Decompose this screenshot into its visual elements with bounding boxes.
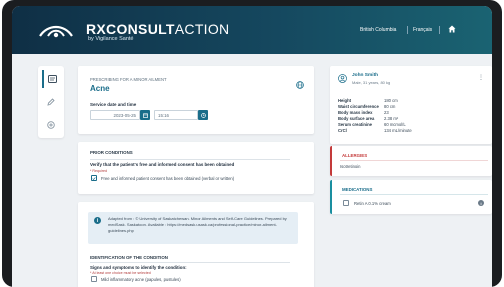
consent-checkbox[interactable] xyxy=(91,175,97,181)
calendar-icon xyxy=(142,112,148,118)
add-button[interactable] xyxy=(42,116,60,134)
identification-card: i Adapted from : © University of Saskatc… xyxy=(78,202,314,287)
info-icon: i xyxy=(94,217,101,224)
patient-card: John Smith Male, 31 years, 80 kg ⋮ Heigh… xyxy=(330,66,492,144)
pencil-icon xyxy=(47,98,55,106)
date-picker-button[interactable] xyxy=(140,110,150,120)
prescribing-card: PRESCRIBING FOR A MINOR AILMENT Acne Ser… xyxy=(78,66,314,134)
patient-meta: Male, 31 years, 80 kg xyxy=(352,80,391,85)
time-field[interactable]: 15:16 xyxy=(154,110,198,120)
home-icon[interactable] xyxy=(448,25,456,33)
header-divider xyxy=(439,26,440,34)
region-link[interactable]: British Columbia xyxy=(360,27,396,33)
device-frame: RXCONSULTACTION by Vigilance Santé Briti… xyxy=(2,0,502,287)
stat-row: CrCl 134 mL/minute xyxy=(338,128,412,133)
medications-card: MEDICATIONS Retin A 0.1% cream i xyxy=(330,180,492,214)
clock-icon xyxy=(200,112,206,118)
medication-item: Retin A 0.1% cream xyxy=(354,201,391,206)
app-screen: RXCONSULTACTION by Vigilance Santé Briti… xyxy=(12,6,492,287)
required-note: * Required xyxy=(90,169,107,173)
brand-name: RXCONSULTACTION xyxy=(86,21,230,37)
add-circle-icon xyxy=(47,121,55,129)
allergies-card: ALLERGIES Isotretinoin xyxy=(330,146,492,176)
app-header: RXCONSULTACTION by Vigilance Santé Briti… xyxy=(12,6,492,54)
prior-conditions-card: PRIOR CONDITIONS Verify that the patient… xyxy=(78,142,314,194)
consent-option-label: Free and informed patient consent has be… xyxy=(101,176,235,181)
brand-tagline: by Vigilance Santé xyxy=(88,36,134,42)
allergies-title: ALLERGIES xyxy=(342,153,368,158)
logo-icon xyxy=(39,25,73,38)
service-date-label: Service date and time xyxy=(90,102,137,107)
medication-checkbox[interactable] xyxy=(343,200,349,206)
info-icon[interactable]: i xyxy=(478,200,484,206)
source-info-text: Adapted from : © University of Saskatche… xyxy=(108,216,287,233)
symptom-checkbox[interactable] xyxy=(91,276,97,282)
section-divider xyxy=(340,160,488,161)
more-options-icon[interactable]: ⋮ xyxy=(478,74,484,81)
header-divider xyxy=(407,26,408,34)
allergy-item: Isotretinoin xyxy=(340,164,361,169)
globe-icon[interactable] xyxy=(296,81,304,89)
identification-title: IDENTIFICATION OF THE CONDITION xyxy=(90,255,168,260)
patient-name: John Smith xyxy=(352,73,379,78)
symptom-option-label: Mild inflammatory acne (papules, pustule… xyxy=(101,277,181,282)
side-toolbar xyxy=(38,66,64,138)
check-icon xyxy=(92,176,96,180)
language-link[interactable]: Français xyxy=(413,27,432,33)
form-view-button[interactable] xyxy=(42,70,60,88)
section-divider xyxy=(90,262,290,263)
consent-question: Verify that the patient's free and infor… xyxy=(90,162,235,167)
prescribing-label: PRESCRIBING FOR A MINOR AILMENT xyxy=(90,77,167,82)
edit-button[interactable] xyxy=(42,93,60,111)
condition-title: Acne xyxy=(90,84,110,93)
symptoms-question: Signs and symptoms to identify the condi… xyxy=(90,265,187,270)
form-icon xyxy=(47,75,57,83)
date-field[interactable]: 2023-05-25 xyxy=(90,110,140,120)
user-icon xyxy=(338,74,347,83)
source-info-box: i Adapted from : © University of Saskatc… xyxy=(88,212,298,244)
time-picker-button[interactable] xyxy=(198,110,208,120)
prior-conditions-title: PRIOR CONDITIONS xyxy=(90,150,133,155)
medications-title: MEDICATIONS xyxy=(342,187,373,192)
required-note: * At least one choice must be selected xyxy=(90,271,151,275)
section-divider xyxy=(340,194,488,195)
section-divider xyxy=(90,159,290,160)
